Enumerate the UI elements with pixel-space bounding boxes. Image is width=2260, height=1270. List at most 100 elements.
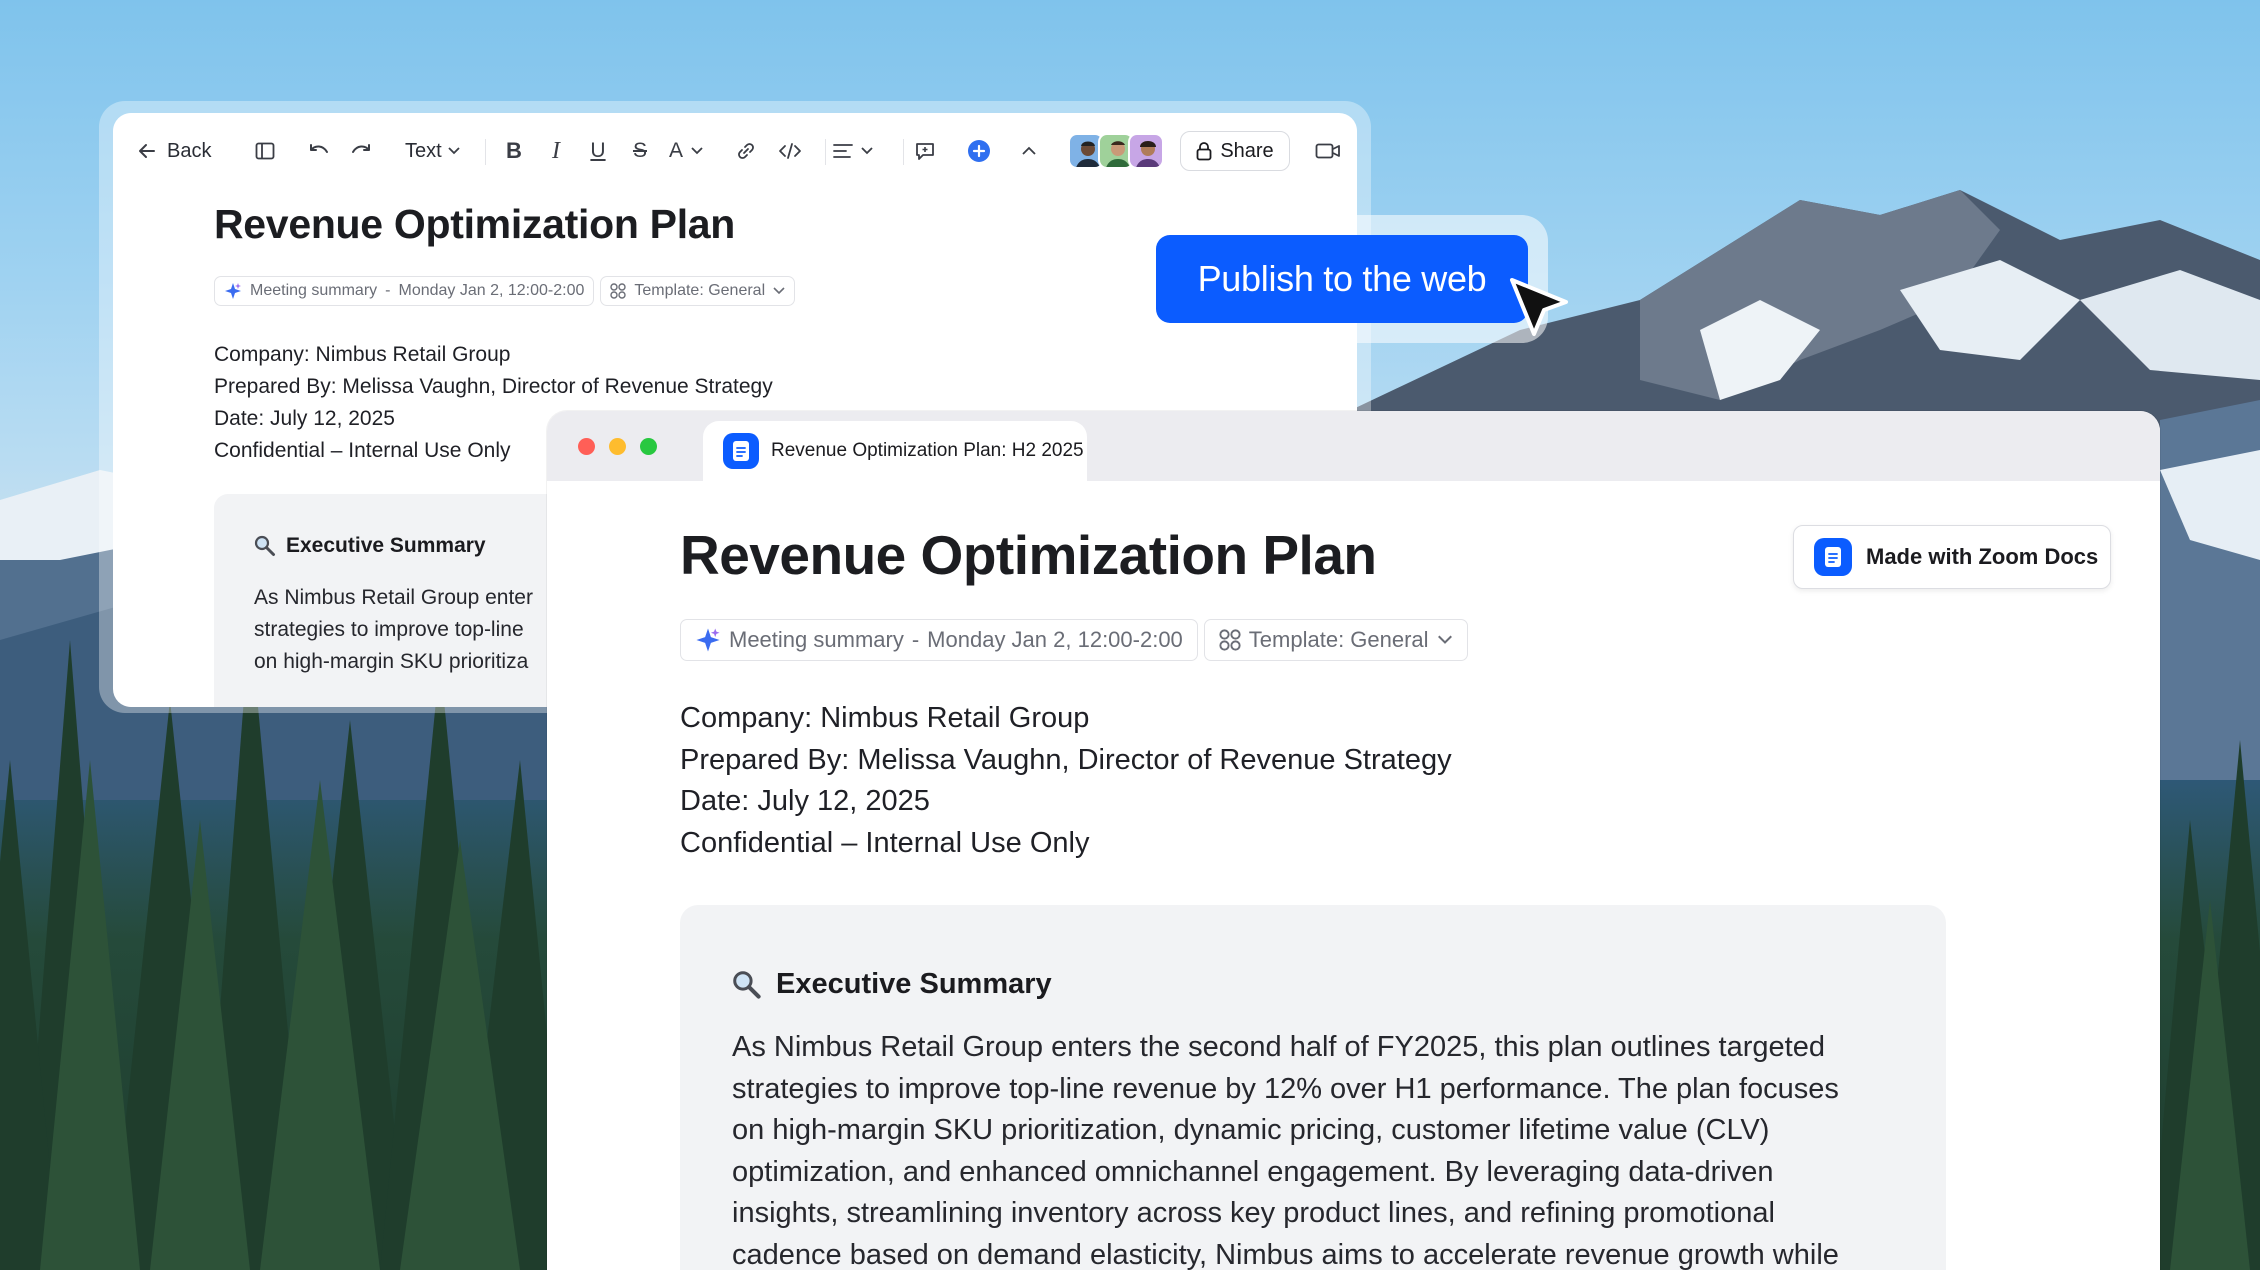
made-with-zoom-docs-badge[interactable]: Made with Zoom Docs bbox=[1793, 525, 2111, 589]
zoom-docs-icon bbox=[723, 433, 759, 469]
comment-icon bbox=[916, 143, 934, 160]
meeting-date: Monday Jan 2, 12:00-2:00 bbox=[398, 282, 585, 299]
bold-icon: B bbox=[506, 138, 522, 163]
summary-line: strategies to improve top-line revenue b… bbox=[732, 1072, 1839, 1105]
text-color-icon: A bbox=[669, 139, 684, 162]
code-icon bbox=[779, 143, 801, 159]
summary-line: optimization, and enhanced omnichannel e… bbox=[732, 1155, 1774, 1188]
chip-separator: - bbox=[385, 282, 391, 299]
published-page-window: Revenue Optimization Plan: H2 2025 Made … bbox=[547, 411, 2160, 1270]
maximize-window-button[interactable] bbox=[640, 438, 657, 455]
undo-icon bbox=[310, 144, 328, 153]
summary-line: on high-margin SKU prioritization, dynam… bbox=[732, 1114, 1770, 1146]
bold-button[interactable]: B bbox=[499, 135, 529, 167]
align-icon bbox=[833, 144, 853, 158]
prepared-by-line: Prepared By: Melissa Vaughn, Director of… bbox=[214, 375, 773, 398]
person-icon bbox=[1136, 141, 1160, 167]
sidebar-icon bbox=[255, 142, 275, 160]
page-title: Revenue Optimization Plan bbox=[214, 201, 736, 247]
chevron-down-icon bbox=[1437, 635, 1452, 644]
collapse-icon bbox=[1022, 146, 1036, 155]
meeting-date: Monday Jan 2, 12:00-2:00 bbox=[927, 627, 1183, 652]
chevron-down-icon bbox=[773, 287, 785, 295]
badge-label: Made with Zoom Docs bbox=[1866, 544, 2099, 569]
undo-button[interactable] bbox=[303, 135, 335, 167]
template-grid-icon bbox=[610, 283, 627, 299]
template-grid-icon bbox=[1219, 629, 1241, 651]
underline-icon: U bbox=[590, 139, 606, 162]
arrow-left-icon bbox=[139, 144, 155, 158]
magnifier-icon bbox=[254, 535, 275, 556]
add-icon bbox=[968, 140, 990, 162]
close-window-button[interactable] bbox=[578, 438, 595, 455]
comment-button[interactable] bbox=[909, 135, 941, 167]
align-dropdown[interactable] bbox=[833, 135, 873, 167]
minimize-window-button[interactable] bbox=[609, 438, 626, 455]
executive-summary-title: Executive Summary bbox=[286, 534, 486, 557]
summary-line: As Nimbus Retail Group enters the second… bbox=[732, 1031, 1825, 1063]
meta-chips: Meeting summary - Monday Jan 2, 12:00-2:… bbox=[680, 619, 1468, 661]
template-dropdown[interactable]: Template: General bbox=[1203, 619, 1468, 661]
browser-tab-bar: Revenue Optimization Plan: H2 2025 bbox=[547, 411, 2160, 481]
chevron-down-icon bbox=[861, 147, 873, 155]
executive-summary-heading: Executive Summary bbox=[254, 534, 486, 558]
executive-summary-heading: Executive Summary bbox=[732, 968, 1052, 1001]
sidebar-toggle-button[interactable] bbox=[249, 135, 281, 167]
summary-line: insights, streamlining inventory across … bbox=[732, 1197, 1775, 1229]
toolbar-divider bbox=[903, 139, 904, 165]
insert-button[interactable] bbox=[963, 135, 995, 167]
video-button[interactable] bbox=[1311, 135, 1345, 167]
mouse-pointer-icon bbox=[1510, 278, 1568, 336]
document-header-info: Company: Nimbus Retail Group Prepared By… bbox=[680, 698, 1452, 864]
summary-line: cadence based on demand elasticity, Nimb… bbox=[732, 1238, 1839, 1270]
company-line: Company: Nimbus Retail Group bbox=[680, 702, 1090, 734]
template-dropdown[interactable]: Template: General bbox=[600, 276, 796, 306]
executive-summary-text: As Nimbus Retail Group enters the second… bbox=[732, 1027, 1932, 1270]
link-button[interactable] bbox=[731, 135, 761, 167]
editor-toolbar: Back Text B I U S A Share bbox=[113, 113, 1357, 189]
text-color-dropdown[interactable]: A bbox=[669, 135, 703, 167]
chip-separator: - bbox=[911, 627, 920, 652]
underline-button[interactable]: U bbox=[583, 135, 613, 167]
italic-icon: I bbox=[552, 137, 560, 164]
code-button[interactable] bbox=[773, 135, 807, 167]
browser-tab[interactable]: Revenue Optimization Plan: H2 2025 bbox=[703, 421, 1087, 481]
strikethrough-button[interactable]: S bbox=[625, 135, 655, 167]
template-label: Template: General bbox=[634, 282, 766, 299]
toolbar-divider bbox=[825, 139, 826, 165]
lock-icon bbox=[1196, 142, 1212, 161]
share-button[interactable]: Share bbox=[1180, 131, 1290, 171]
text-style-dropdown[interactable]: Text bbox=[405, 135, 460, 167]
publish-to-web-button[interactable]: Publish to the web bbox=[1156, 235, 1528, 323]
meeting-summary-chip[interactable]: Meeting summary - Monday Jan 2, 12:00-2:… bbox=[214, 276, 595, 306]
back-label: Back bbox=[167, 139, 212, 162]
italic-button[interactable]: I bbox=[541, 135, 571, 167]
collaborator-avatars[interactable] bbox=[1068, 133, 1164, 171]
zoom-docs-icon bbox=[1814, 538, 1852, 576]
prepared-by-line: Prepared By: Melissa Vaughn, Director of… bbox=[680, 743, 1452, 776]
video-icon bbox=[1315, 143, 1340, 159]
template-label: Template: General bbox=[1248, 627, 1429, 652]
toolbar-divider bbox=[485, 139, 486, 165]
executive-summary-card: Executive Summary As Nimbus Retail Group… bbox=[680, 905, 1946, 1270]
back-button[interactable]: Back bbox=[137, 135, 211, 167]
strikethrough-icon: S bbox=[632, 139, 647, 162]
confidential-line: Confidential – Internal Use Only bbox=[680, 826, 1090, 859]
collapse-toolbar-button[interactable] bbox=[1015, 135, 1043, 167]
meta-chips: Meeting summary - Monday Jan 2, 12:00-2:… bbox=[214, 276, 796, 306]
sparkle-icon bbox=[225, 283, 241, 299]
text-style-label: Text bbox=[405, 139, 442, 162]
link-icon bbox=[738, 143, 754, 159]
executive-summary-title: Executive Summary bbox=[776, 968, 1052, 1000]
redo-icon bbox=[352, 144, 370, 153]
redo-button[interactable] bbox=[345, 135, 377, 167]
meeting-summary-chip[interactable]: Meeting summary - Monday Jan 2, 12:00-2:… bbox=[680, 619, 1198, 661]
chevron-down-icon bbox=[691, 147, 703, 155]
date-line: Date: July 12, 2025 bbox=[680, 785, 930, 817]
sparkle-icon bbox=[696, 628, 720, 652]
chevron-down-icon bbox=[448, 147, 460, 155]
share-label: Share bbox=[1220, 139, 1274, 162]
page-title: Revenue Optimization Plan bbox=[680, 524, 1377, 586]
avatar[interactable] bbox=[1128, 133, 1164, 169]
meeting-summary-label: Meeting summary bbox=[729, 627, 904, 652]
